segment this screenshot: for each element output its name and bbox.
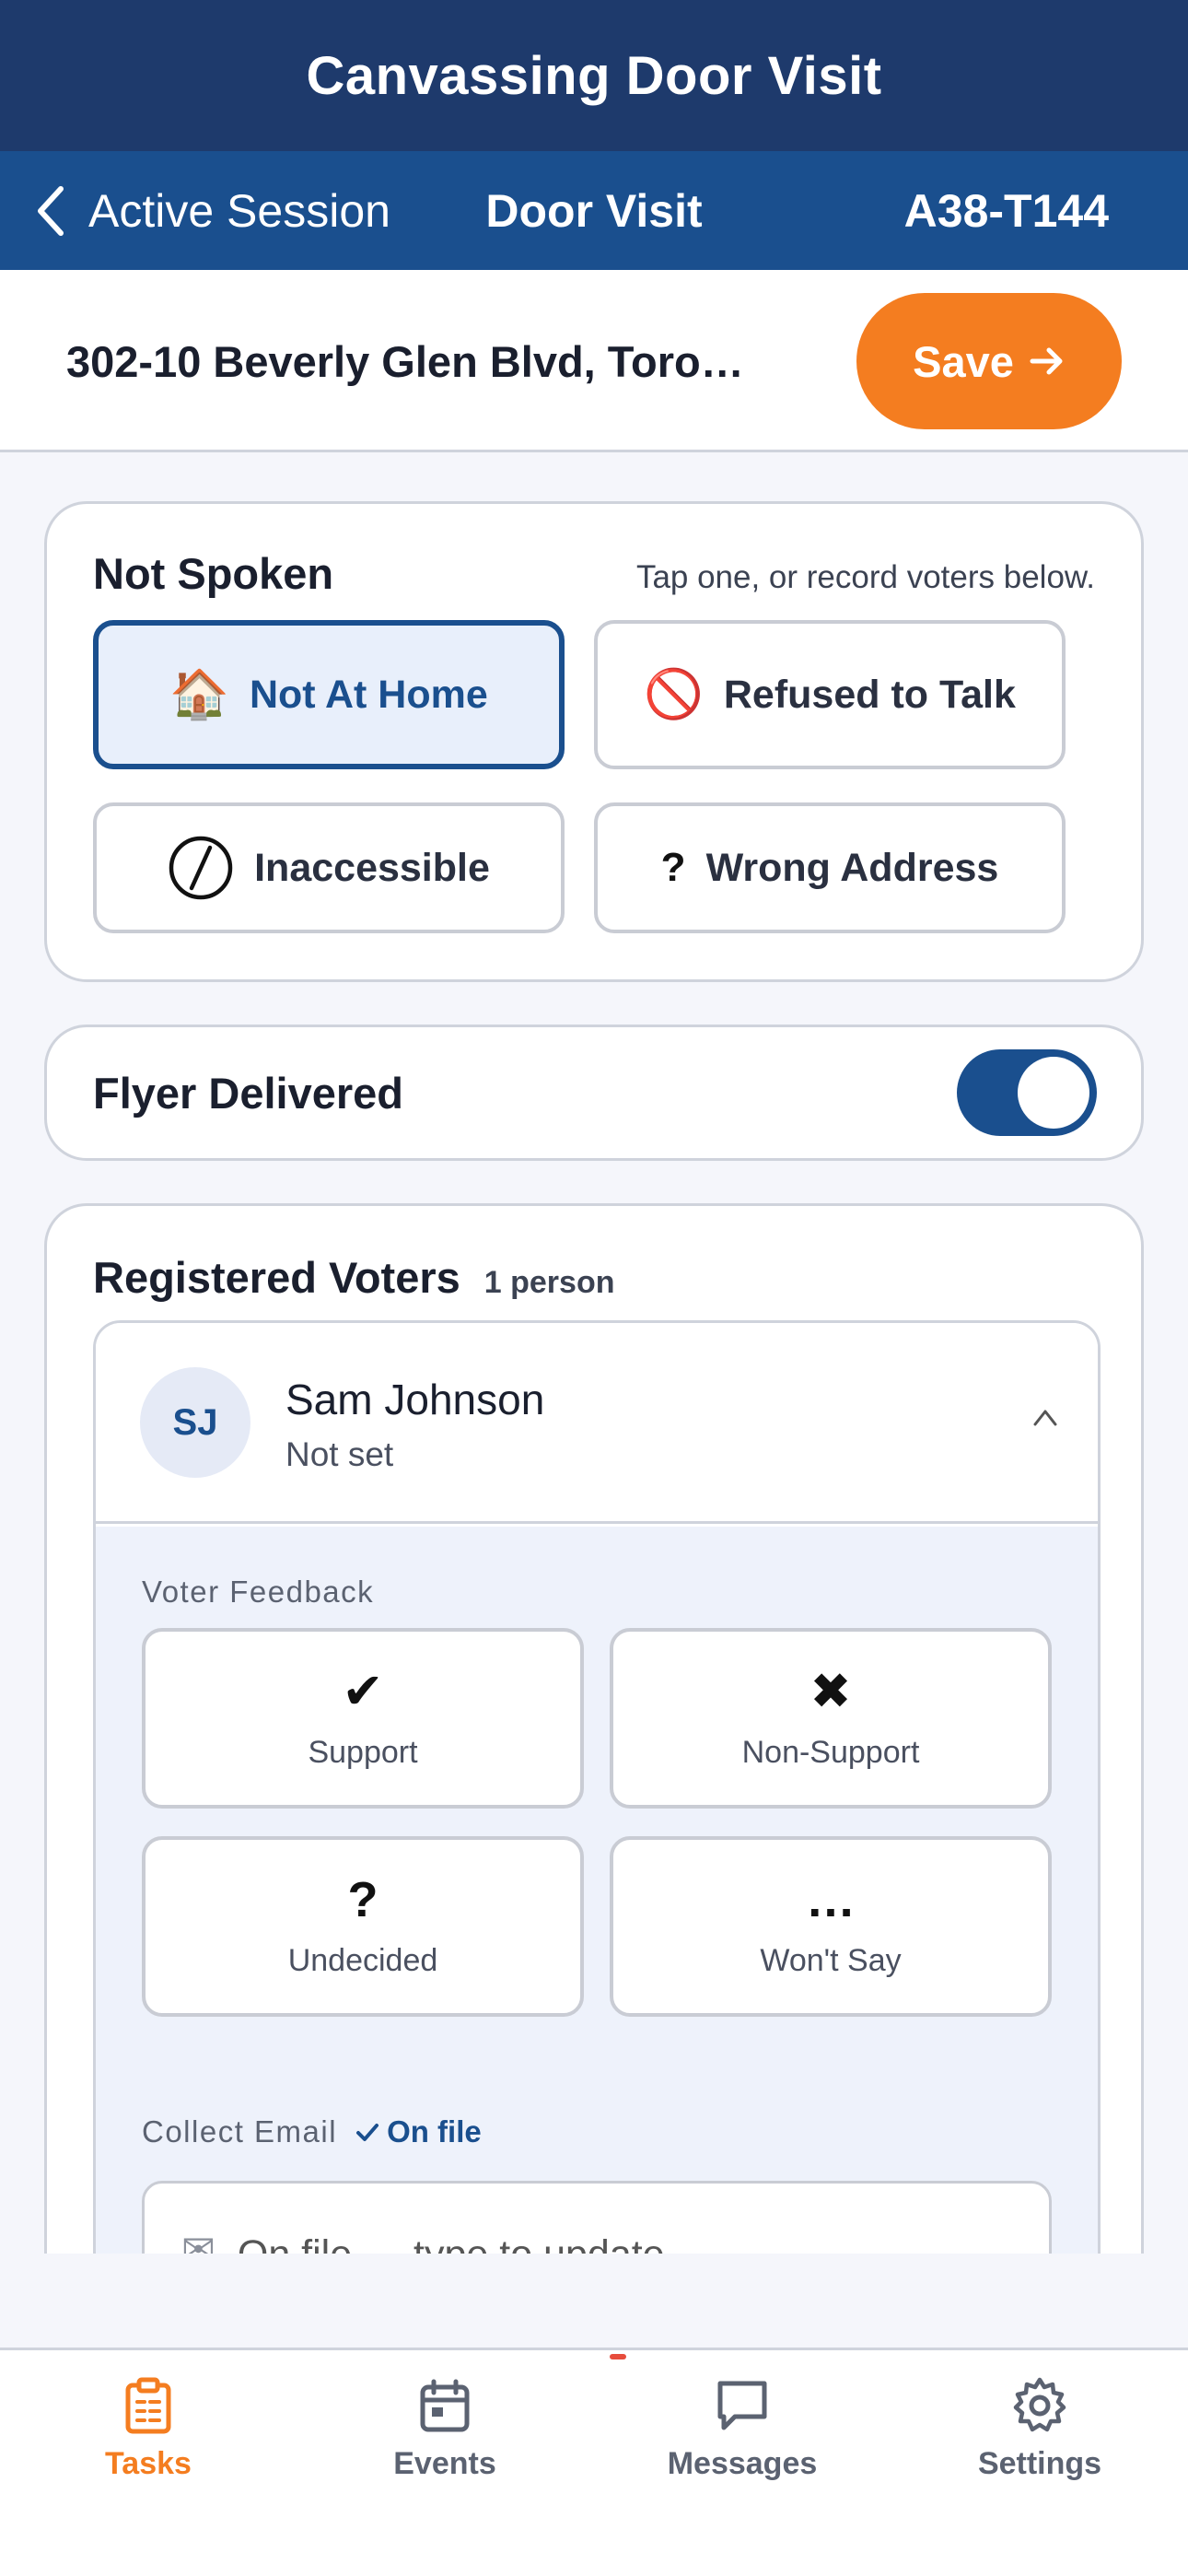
tab-tasks[interactable]: Tasks <box>0 2376 297 2482</box>
feedback-wont-say-button[interactable]: … Won't Say <box>610 1836 1052 2017</box>
option-label: Refused to Talk <box>723 672 1016 717</box>
voters-heading: Registered Voters <box>93 1253 460 1302</box>
voter-details: Voter Feedback ✔ Support ✖ Non-Support ?… <box>96 1527 1098 2254</box>
nav-bar: Active Session Door Visit A38-T144 <box>0 151 1188 270</box>
envelope-icon: ✉ <box>181 2227 215 2254</box>
avatar: SJ <box>140 1367 250 1478</box>
collect-email-label: Collect Email <box>142 2114 338 2149</box>
option-not-at-home[interactable]: 🏠 Not At Home <box>93 620 565 769</box>
flyer-label: Flyer Delivered <box>93 1068 404 1118</box>
flyer-toggle[interactable] <box>957 1049 1097 1136</box>
tab-events[interactable]: Events <box>297 2376 593 2482</box>
tab-label: Messages <box>667 2446 818 2481</box>
option-inaccessible[interactable]: Inaccessible <box>93 802 565 933</box>
tab-label: Tasks <box>105 2446 192 2481</box>
feedback-support-button[interactable]: ✔ Support <box>142 1628 584 1809</box>
tab-settings[interactable]: Settings <box>891 2376 1188 2482</box>
turf-code: A38-T144 <box>903 184 1109 237</box>
option-label: Wrong Address <box>705 845 999 890</box>
notification-dot <box>610 2354 626 2359</box>
not-spoken-heading: Not Spoken <box>93 549 334 598</box>
on-file-label: On file <box>387 2114 482 2149</box>
back-button[interactable]: Active Session <box>33 151 390 270</box>
on-file-badge: On file <box>355 2114 482 2149</box>
chat-bubble-icon <box>717 2381 767 2430</box>
house-icon: 🏠 <box>169 668 229 721</box>
content-scroll[interactable]: Not Spoken Tap one, or record voters bel… <box>0 455 1188 2254</box>
email-input[interactable] <box>237 2231 1012 2254</box>
voter-header[interactable]: SJ Sam Johnson Not set <box>96 1323 1098 1524</box>
voters-count: 1 person <box>483 1265 615 1300</box>
option-wrong-address[interactable]: ? Wrong Address <box>594 802 1066 933</box>
email-field[interactable]: ✉ <box>142 2181 1052 2254</box>
question-icon: ? <box>660 845 686 890</box>
feedback-undecided-button[interactable]: ? Undecided <box>142 1836 584 2017</box>
save-label: Save <box>913 336 1014 386</box>
collect-email-row: Collect Email On file <box>142 2114 482 2149</box>
voter-name: Sam Johnson <box>285 1376 545 1423</box>
check-icon <box>356 2124 379 2141</box>
ellipsis-icon: … <box>806 1871 856 1927</box>
tab-label: Settings <box>977 2446 1102 2481</box>
app-title-bar: Canvassing Door Visit <box>0 0 1188 151</box>
voter-status: Not set <box>285 1435 394 1473</box>
not-spoken-card: Not Spoken Tap one, or record voters bel… <box>44 501 1144 982</box>
voter-card: SJ Sam Johnson Not set Voter Feedback ✔ … <box>93 1320 1101 2254</box>
cross-icon: ✖ <box>809 1663 852 1719</box>
not-spoken-hint: Tap one, or record voters below. <box>635 559 1095 595</box>
tab-messages[interactable]: Messages <box>594 2376 891 2482</box>
gear-icon <box>1013 2377 1066 2432</box>
feedback-label: Undecided <box>287 1942 438 1978</box>
feedback-label: Support <box>308 1734 418 1770</box>
prohibited-icon: 🚫 <box>644 668 704 721</box>
app-title: Canvassing Door Visit <box>306 45 882 106</box>
address-text: 302-10 Beverly Glen Blvd, Toro… <box>66 336 744 386</box>
calendar-icon <box>420 2379 470 2432</box>
option-label: Inaccessible <box>254 845 490 890</box>
tab-bar: Tasks Events Messages Settings <box>0 2348 1188 2576</box>
flyer-card: Flyer Delivered <box>44 1025 1144 1161</box>
arrow-right-icon <box>1030 347 1063 375</box>
feedback-label: Won't Say <box>760 1942 902 1978</box>
option-refused-to-talk[interactable]: 🚫 Refused to Talk <box>594 620 1066 769</box>
tab-label: Events <box>393 2446 496 2481</box>
checkmark-icon: ✔ <box>342 1663 384 1719</box>
slash-circle-icon <box>169 836 233 900</box>
option-label: Not At Home <box>249 672 488 717</box>
feedback-label: Non-Support <box>741 1734 920 1770</box>
save-button[interactable]: Save <box>856 293 1122 429</box>
bottom-spacer <box>0 2254 1188 2348</box>
chevron-left-icon <box>38 185 64 236</box>
registered-voters-card: Registered Voters 1 person SJ Sam Johnso… <box>44 1203 1144 2254</box>
feedback-non-support-button[interactable]: ✖ Non-Support <box>610 1628 1052 1809</box>
voter-feedback-label: Voter Feedback <box>142 1575 375 1609</box>
question-icon: ? <box>347 1871 379 1927</box>
chevron-up-icon[interactable] <box>1031 1404 1059 1432</box>
clipboard-list-icon <box>125 2377 171 2434</box>
voters-header: Registered Voters 1 person <box>93 1252 614 1303</box>
toggle-knob <box>1018 1057 1089 1129</box>
back-label: Active Session <box>88 184 390 237</box>
